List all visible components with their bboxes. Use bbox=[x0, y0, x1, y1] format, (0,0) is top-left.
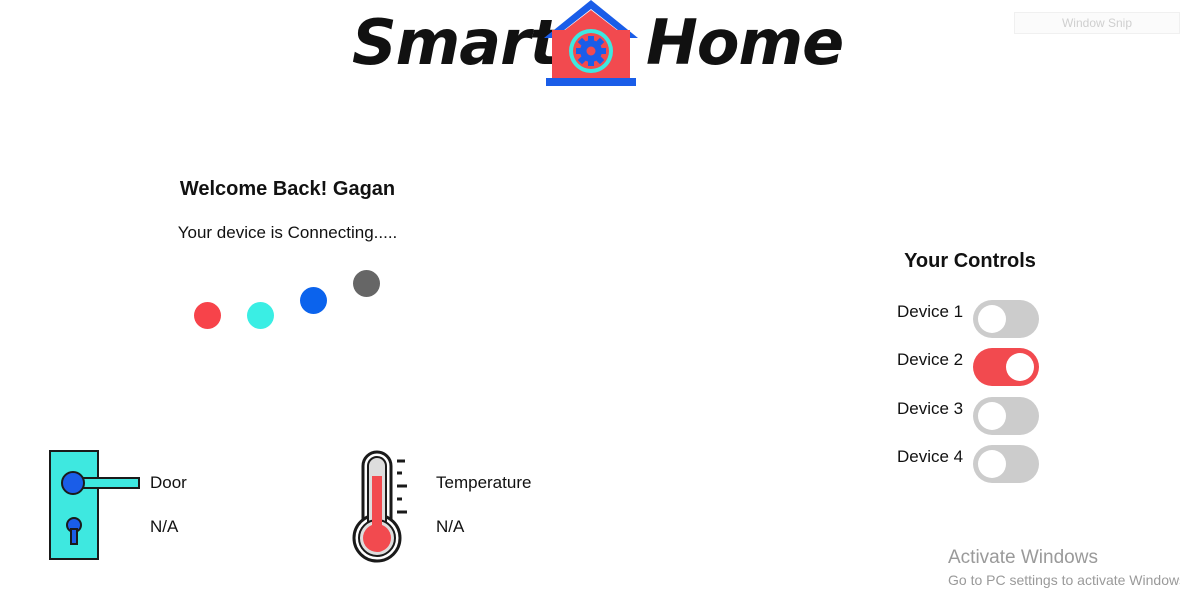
loading-dot-cyan bbox=[247, 302, 274, 329]
device-row-3: Device 3 bbox=[897, 397, 1047, 437]
device-label: Device 3 bbox=[897, 399, 964, 418]
thermometer-icon bbox=[352, 450, 407, 563]
device-row-2: Device 2 bbox=[897, 348, 1047, 388]
loading-dot-gray bbox=[353, 270, 380, 297]
connection-status: Your device is Connecting..... bbox=[177, 223, 398, 242]
toggle-knob bbox=[978, 402, 1006, 430]
activate-windows-subtitle: Go to PC settings to activate Windows. bbox=[948, 572, 1180, 588]
device-label: Device 4 bbox=[897, 447, 964, 466]
window-snip-button[interactable]: Window Snip bbox=[1014, 12, 1180, 34]
logo-text-smart: Smart bbox=[352, 6, 559, 79]
toggle-knob bbox=[1006, 353, 1034, 381]
device-3-toggle[interactable] bbox=[973, 397, 1039, 435]
temperature-value: N/A bbox=[436, 517, 465, 536]
device-1-toggle[interactable] bbox=[973, 300, 1039, 338]
door-label: Door bbox=[150, 473, 187, 492]
device-label: Device 2 bbox=[897, 350, 964, 369]
door-handle-icon bbox=[49, 450, 140, 560]
door-value: N/A bbox=[150, 517, 179, 536]
toggle-knob bbox=[978, 450, 1006, 478]
loading-dot-red bbox=[194, 302, 221, 329]
activate-windows-title: Activate Windows bbox=[948, 547, 1098, 568]
logo-text-home: Home bbox=[646, 6, 844, 79]
device-row-4: Device 4 bbox=[897, 445, 1047, 485]
controls-title: Your Controls bbox=[904, 250, 1036, 272]
temperature-label: Temperature bbox=[436, 473, 532, 492]
device-4-toggle[interactable] bbox=[973, 445, 1039, 483]
loading-dot-blue bbox=[300, 287, 327, 314]
device-2-toggle[interactable] bbox=[973, 348, 1039, 386]
toggle-knob bbox=[978, 305, 1006, 333]
house-gear-logo-icon bbox=[544, 0, 638, 86]
welcome-title: Welcome Back! Gagan bbox=[179, 178, 396, 200]
device-row-1: Device 1 bbox=[897, 300, 1047, 340]
device-label: Device 1 bbox=[897, 302, 964, 321]
